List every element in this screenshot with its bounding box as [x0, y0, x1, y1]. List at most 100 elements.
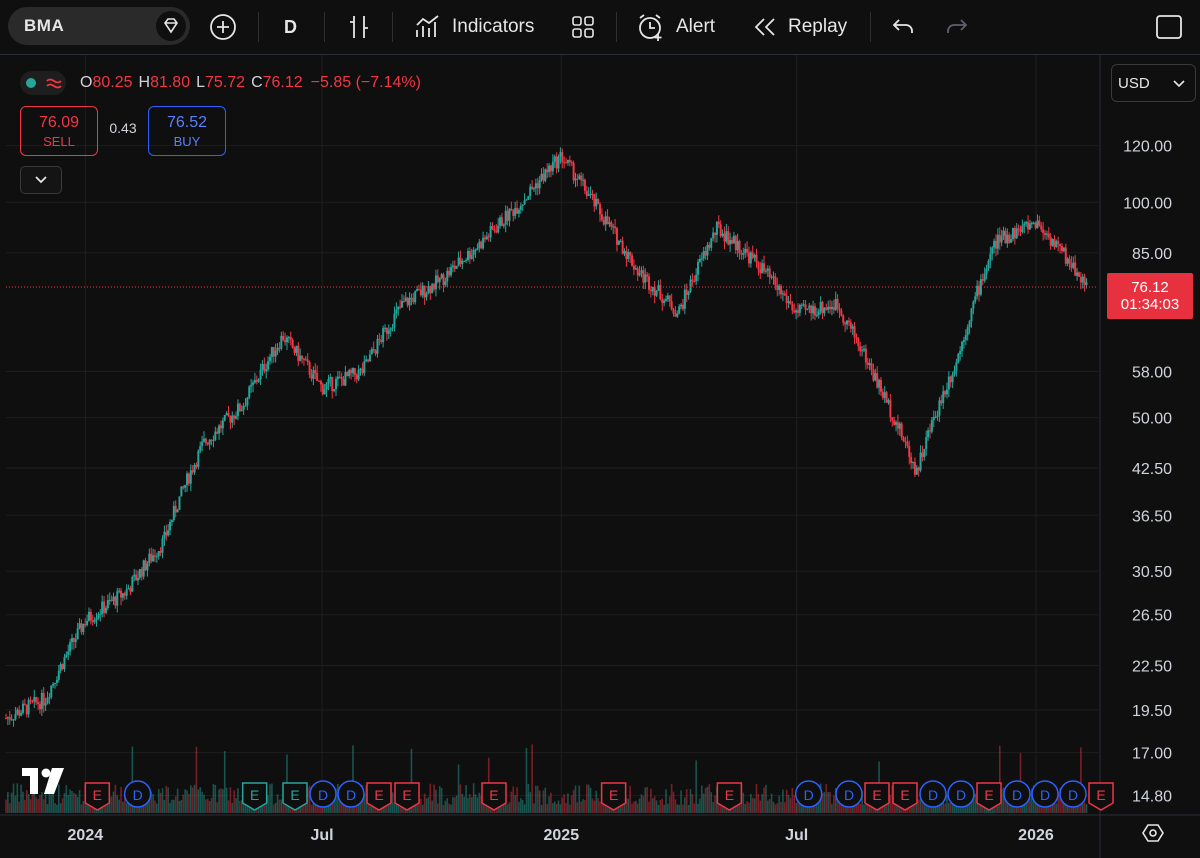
volume-bar	[393, 802, 396, 813]
candle-body	[174, 505, 177, 513]
candle-body	[148, 553, 151, 564]
candle-body	[804, 304, 807, 310]
status-indicator[interactable]	[20, 71, 66, 95]
volume-bar	[783, 802, 786, 813]
volume-bar	[178, 800, 181, 813]
candle-body	[912, 462, 915, 464]
candle-body	[201, 441, 204, 446]
candle-body	[896, 422, 899, 429]
candle-body	[930, 420, 933, 432]
volume-bar	[450, 804, 452, 813]
candle-body	[346, 372, 349, 376]
candle-body	[438, 278, 441, 283]
candle-body	[1049, 237, 1052, 246]
diamond-icon[interactable]	[156, 11, 186, 41]
volume-bar	[276, 794, 279, 813]
collapse-legend-button[interactable]	[20, 166, 62, 194]
chart-type-button[interactable]	[346, 8, 372, 46]
candle-body	[131, 576, 134, 592]
volume-bar	[629, 785, 631, 813]
volume-bar	[14, 795, 17, 813]
volume-bar	[525, 747, 528, 813]
replay-button[interactable]: Replay	[752, 8, 847, 46]
candle-body	[433, 284, 436, 290]
candle-body	[636, 268, 639, 276]
volume-bar	[540, 804, 543, 813]
candle-body	[538, 179, 541, 189]
candle-body	[318, 380, 321, 382]
undo-button[interactable]	[890, 8, 916, 46]
candle-body	[472, 250, 475, 256]
volume-bar	[465, 785, 467, 813]
candle-body	[634, 268, 637, 270]
candle-body	[348, 369, 351, 376]
volume-bar	[638, 798, 641, 813]
candle-body	[157, 551, 160, 557]
candle-body	[808, 305, 811, 309]
candle-body	[819, 301, 822, 312]
candle-body	[774, 276, 777, 286]
indicators-button[interactable]: Indicators	[414, 8, 534, 46]
volume-bar	[689, 789, 692, 813]
volume-bar	[663, 804, 665, 813]
layouts-button[interactable]	[570, 8, 596, 46]
volume-bar	[593, 800, 596, 813]
volume-bar	[787, 794, 790, 813]
price-chart[interactable]: E D E E D D E E E E E D D E E D D E D D D E 120.00 100.00 85.00…	[0, 55, 1200, 858]
volume-bar	[744, 803, 746, 813]
settings-icon[interactable]	[1142, 822, 1164, 844]
candle-body	[927, 430, 930, 438]
candle-body	[1034, 222, 1037, 229]
price-tick-label: 26.50	[1132, 608, 1172, 625]
volume-bar	[159, 792, 162, 813]
volume-bar	[169, 802, 171, 813]
candle-body	[412, 297, 415, 303]
tradingview-logo[interactable]	[22, 768, 68, 802]
candle-body	[204, 438, 207, 444]
candle-body	[753, 254, 756, 258]
candle-body	[704, 251, 707, 256]
candle-body	[759, 269, 762, 274]
volume-bar	[759, 800, 762, 813]
candle-body	[270, 347, 273, 357]
buy-button[interactable]: 76.52 BUY	[148, 106, 226, 156]
interval-button[interactable]: D	[284, 8, 297, 46]
indicators-label: Indicators	[452, 16, 535, 37]
candle-body	[629, 251, 632, 256]
volume-bar	[191, 787, 194, 813]
volume-bar	[171, 799, 173, 813]
event-marker-label: E	[290, 787, 299, 803]
candle-body	[529, 186, 532, 197]
compare-button[interactable]	[208, 8, 238, 46]
candle-body	[834, 299, 837, 310]
candle-body	[291, 339, 294, 348]
volume-bar	[650, 788, 652, 813]
volume-bar	[188, 793, 190, 813]
candle-body	[244, 405, 247, 407]
candle-body	[591, 193, 594, 195]
candle-body	[614, 226, 617, 229]
redo-button[interactable]	[944, 8, 970, 46]
candle-body	[302, 358, 305, 360]
volume-bar	[535, 785, 537, 813]
candle-body	[925, 437, 928, 450]
volume-bar	[570, 795, 573, 813]
alarm-clock-icon	[639, 14, 662, 41]
currency-select[interactable]: USD	[1111, 64, 1196, 102]
candle-body	[663, 300, 666, 303]
candle-body	[881, 391, 884, 398]
time-tick-label: Jul	[310, 827, 333, 844]
alert-button[interactable]: Alert	[636, 8, 715, 46]
candle-body	[631, 255, 634, 266]
candle-body	[170, 520, 173, 522]
sell-button[interactable]: 76.09 SELL	[20, 106, 98, 156]
symbol-search[interactable]: BMA	[8, 7, 190, 45]
candle-body	[404, 297, 407, 302]
fullscreen-button[interactable]	[1154, 8, 1184, 46]
volume-bar	[536, 785, 539, 813]
candle-body	[1062, 247, 1065, 252]
candle-body	[742, 253, 745, 255]
candle-body	[27, 699, 30, 715]
candle-body	[542, 173, 545, 181]
volume-bar	[467, 797, 469, 813]
